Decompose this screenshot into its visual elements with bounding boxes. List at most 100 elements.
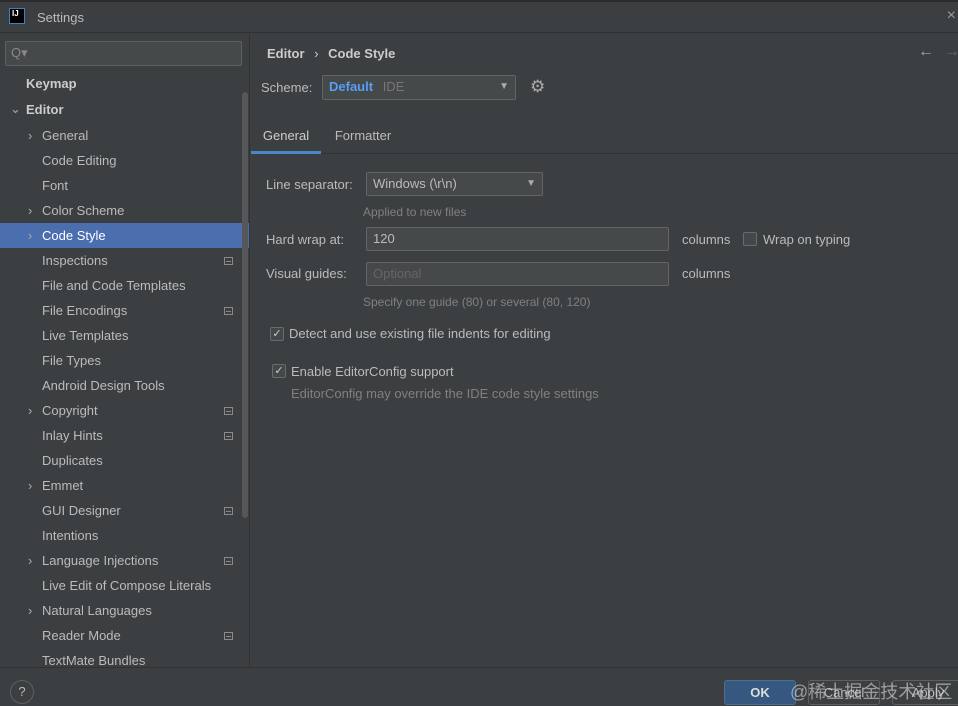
visual-guides-hint: Specify one guide (80) or several (80, 1… <box>363 295 591 309</box>
project-settings-icon <box>224 307 233 315</box>
forward-icon[interactable]: → <box>944 43 958 61</box>
close-icon[interactable]: × <box>947 7 956 25</box>
breadcrumb-editor[interactable]: Editor <box>267 46 305 61</box>
scheme-name: Default <box>329 79 374 94</box>
chevron-right-icon[interactable]: › <box>28 123 32 148</box>
visual-guides-input[interactable]: Optional <box>366 262 669 286</box>
line-separator-select[interactable]: Windows (\r\n) ▼ <box>366 172 543 196</box>
chevron-down-icon[interactable]: ⌄ <box>10 101 21 117</box>
sidebar-item-live-templates[interactable]: Live Templates <box>0 323 249 348</box>
tab-formatter[interactable]: Formatter <box>327 121 399 154</box>
sidebar-item-editor[interactable]: Editor <box>26 102 64 117</box>
sidebar-item-label: File Types <box>42 353 102 368</box>
wrap-on-typing-checkbox[interactable] <box>743 232 757 246</box>
scheme-select[interactable]: Default IDE ▼ <box>322 75 516 100</box>
sidebar-item-duplicates[interactable]: Duplicates <box>0 448 249 473</box>
sidebar-item-label: Copyright <box>42 403 98 418</box>
gear-icon[interactable]: ⚙ <box>530 77 545 97</box>
sidebar-item-language-injections[interactable]: › Language Injections <box>0 548 249 573</box>
back-icon[interactable]: ← <box>918 43 934 61</box>
sidebar-item-label: Font <box>42 178 69 193</box>
sidebar-item-label: File and Code Templates <box>42 278 186 293</box>
visual-guides-columns: columns <box>682 266 731 281</box>
line-separator-value: Windows (\r\n) <box>373 176 457 191</box>
sidebar-item-gui-designer[interactable]: GUI Designer <box>0 498 249 523</box>
sidebar-item-label: Natural Languages <box>42 603 152 618</box>
hard-wrap-input[interactable]: 120 <box>366 227 669 251</box>
project-settings-icon <box>224 557 233 565</box>
sidebar-item-label: Live Templates <box>42 328 129 343</box>
settings-sidebar: Q▾ Keymap ⌄ Editor › General Code Editing F… <box>0 34 250 668</box>
sidebar-item-label: TextMate Bundles <box>42 653 146 668</box>
sidebar-item-label: Color Scheme <box>42 203 125 218</box>
watermark: @稀土掘金技术社区 <box>790 682 953 702</box>
sidebar-item-label: Intentions <box>42 528 99 543</box>
chevron-right-icon[interactable]: › <box>28 398 32 423</box>
sidebar-item-natural-languages[interactable]: › Natural Languages <box>0 598 249 623</box>
sidebar-item-general[interactable]: › General <box>0 123 249 148</box>
sidebar-item-label: Android Design Tools <box>42 378 165 393</box>
chevron-right-icon[interactable]: › <box>28 473 32 498</box>
chevron-right-icon[interactable]: › <box>28 198 32 223</box>
sidebar-item-code-editing[interactable]: Code Editing <box>0 148 249 173</box>
sidebar-item-file-encodings[interactable]: File Encodings <box>0 298 249 323</box>
ok-button[interactable]: OK <box>724 680 796 705</box>
sidebar-item-file-types[interactable]: File Types <box>0 348 249 373</box>
sidebar-item-inspections[interactable]: Inspections <box>0 248 249 273</box>
chevron-right-icon[interactable]: › <box>28 548 32 573</box>
line-separator-hint: Applied to new files <box>363 205 467 219</box>
sidebar-item-label: General <box>42 128 89 143</box>
sidebar-item-label: Language Injections <box>42 553 159 568</box>
window-title: Settings <box>37 10 84 25</box>
sidebar-item-reader-mode[interactable]: Reader Mode <box>0 623 249 648</box>
sidebar-item-android-design-tools[interactable]: Android Design Tools <box>0 373 249 398</box>
sidebar-item-file-and-code-templates[interactable]: File and Code Templates <box>0 273 249 298</box>
sidebar-item-intentions[interactable]: Intentions <box>0 523 249 548</box>
visual-guides-label: Visual guides: <box>266 266 347 281</box>
sidebar-item-live-edit-of-compose-literals[interactable]: Live Edit of Compose Literals <box>0 573 249 598</box>
sidebar-item-emmet[interactable]: › Emmet <box>0 473 249 498</box>
sidebar-item-label: Duplicates <box>42 453 103 468</box>
detect-indents-label[interactable]: Detect and use existing file indents for… <box>289 326 551 341</box>
sidebar-item-label: Live Edit of Compose Literals <box>42 578 212 593</box>
hard-wrap-columns: columns <box>682 232 731 247</box>
breadcrumb-code-style: Code Style <box>328 46 396 61</box>
app-logo: IJ <box>9 8 25 24</box>
editorconfig-hint: EditorConfig may override the IDE code s… <box>291 386 599 401</box>
breadcrumb-separator: › <box>314 46 319 61</box>
project-settings-icon <box>224 432 233 440</box>
project-settings-icon <box>224 632 233 640</box>
sidebar-item-inlay-hints[interactable]: Inlay Hints <box>0 423 249 448</box>
sidebar-item-label: GUI Designer <box>42 503 121 518</box>
breadcrumb: Editor › Code Style <box>267 46 395 61</box>
sidebar-item-label: Code Style <box>42 228 106 243</box>
search-input[interactable]: Q▾ <box>5 41 242 66</box>
sidebar-item-code-style[interactable]: › Code Style <box>0 223 249 248</box>
chevron-down-icon: ▼ <box>526 178 536 189</box>
chevron-down-icon: ▼ <box>499 81 509 92</box>
editorconfig-label[interactable]: Enable EditorConfig support <box>291 364 454 379</box>
sidebar-item-label: Code Editing <box>42 153 117 168</box>
hard-wrap-label: Hard wrap at: <box>266 232 345 247</box>
sidebar-item-copyright[interactable]: › Copyright <box>0 398 249 423</box>
sidebar-item-label: Reader Mode <box>42 628 121 643</box>
project-settings-icon <box>224 407 233 415</box>
sidebar-item-keymap[interactable]: Keymap <box>26 76 77 91</box>
sidebar-scrollbar[interactable] <box>242 92 248 518</box>
project-settings-icon <box>224 507 233 515</box>
help-button[interactable]: ? <box>10 680 34 704</box>
sidebar-item-color-scheme[interactable]: › Color Scheme <box>0 198 249 223</box>
dialog-footer: ? OK Cancel Apply @稀土掘金技术社区 <box>0 667 958 706</box>
chevron-right-icon[interactable]: › <box>28 223 32 248</box>
chevron-right-icon[interactable]: › <box>28 598 32 623</box>
project-settings-icon <box>224 257 233 265</box>
main-panel: Editor › Code Style ← → Scheme: Default … <box>251 34 958 667</box>
wrap-on-typing-label[interactable]: Wrap on typing <box>763 232 850 247</box>
tab-general[interactable]: General <box>251 121 321 154</box>
line-separator-label: Line separator: <box>266 177 353 192</box>
sidebar-item-font[interactable]: Font <box>0 173 249 198</box>
search-icon: Q▾ <box>11 45 28 60</box>
editorconfig-checkbox[interactable]: ✓ <box>272 364 286 378</box>
title-bar: IJ Settings × <box>0 0 958 33</box>
detect-indents-checkbox[interactable]: ✓ <box>270 327 284 341</box>
